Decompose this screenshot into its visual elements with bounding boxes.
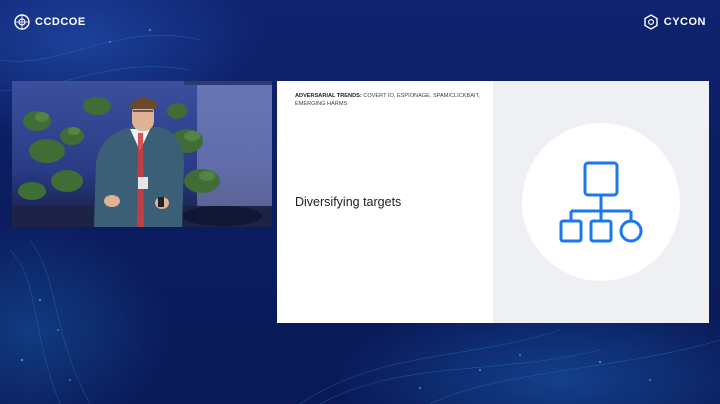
org-chart-icon <box>559 161 643 243</box>
cycon-logo-text: CYCON <box>663 16 706 28</box>
slide-title: Diversifying targets <box>295 195 402 209</box>
ccdcoe-logo: CCDCOE <box>14 14 86 30</box>
cycon-logo: CYCON <box>643 14 706 30</box>
slide-eyebrow: ADVERSARIAL TRENDS: COVERT IO, ESPIONAGE… <box>295 92 490 108</box>
ccdcoe-emblem-icon <box>14 14 30 30</box>
speaker-video <box>12 81 272 227</box>
slide-eyebrow-label: ADVERSARIAL TRENDS: <box>295 93 362 99</box>
ccdcoe-logo-text: CCDCOE <box>35 16 86 28</box>
presentation-slide: ADVERSARIAL TRENDS: COVERT IO, ESPIONAGE… <box>277 81 709 323</box>
cycon-emblem-icon <box>644 14 658 30</box>
illustration-circle <box>522 123 680 281</box>
